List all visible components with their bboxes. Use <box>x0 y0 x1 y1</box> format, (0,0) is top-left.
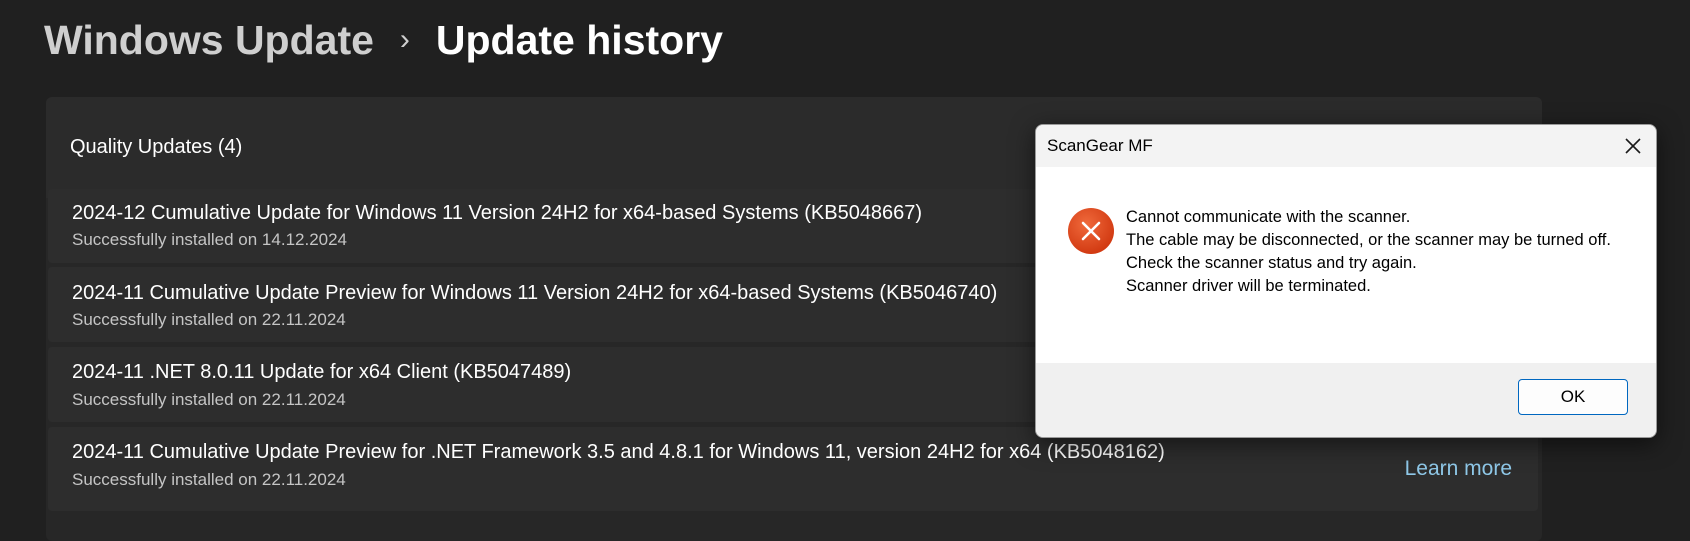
message-line: Check the scanner status and try again. <box>1126 254 1417 272</box>
message-line: Cannot communicate with the scanner. <box>1126 208 1411 226</box>
update-status: Successfully installed on 22.11.2024 <box>72 390 346 409</box>
section-title: Quality Updates (4) <box>70 136 243 158</box>
dialog-message: Cannot communicate with the scanner. The… <box>1126 206 1626 298</box>
close-button[interactable] <box>1616 129 1650 163</box>
message-line: Scanner driver will be terminated. <box>1126 277 1371 295</box>
chevron-right-icon: › <box>399 23 410 56</box>
scangear-error-dialog: ScanGear MF Cannot communicate with the … <box>1035 124 1657 438</box>
update-title: 2024-12 Cumulative Update for Windows 11… <box>72 202 923 224</box>
breadcrumb: Windows Update › Update history <box>44 12 723 68</box>
update-status: Successfully installed on 22.11.2024 <box>72 310 346 329</box>
message-line: The cable may be disconnected, or the sc… <box>1126 231 1611 249</box>
dialog-title: ScanGear MF <box>1047 136 1153 155</box>
close-icon <box>1625 138 1641 154</box>
update-title: 2024-11 .NET 8.0.11 Update for x64 Clien… <box>72 361 572 383</box>
dialog-body: Cannot communicate with the scanner. The… <box>1036 167 1656 363</box>
ok-button[interactable]: OK <box>1518 379 1628 415</box>
dialog-footer: OK <box>1036 363 1656 437</box>
update-title: 2024-11 Cumulative Update Preview for Wi… <box>72 282 998 304</box>
learn-more-link[interactable]: Learn more <box>1405 457 1512 481</box>
update-row: 2024-11 Cumulative Update Preview for .N… <box>48 427 1538 511</box>
breadcrumb-windows-update[interactable]: Windows Update <box>44 17 374 64</box>
dialog-titlebar[interactable]: ScanGear MF <box>1036 125 1656 167</box>
settings-page: Windows Update › Update history Quality … <box>0 0 1690 541</box>
update-status: Successfully installed on 22.11.2024 <box>72 470 346 489</box>
update-title: 2024-11 Cumulative Update Preview for .N… <box>72 441 1165 463</box>
error-icon <box>1068 208 1114 254</box>
update-status: Successfully installed on 14.12.2024 <box>72 230 348 249</box>
page-title: Update history <box>435 16 723 63</box>
